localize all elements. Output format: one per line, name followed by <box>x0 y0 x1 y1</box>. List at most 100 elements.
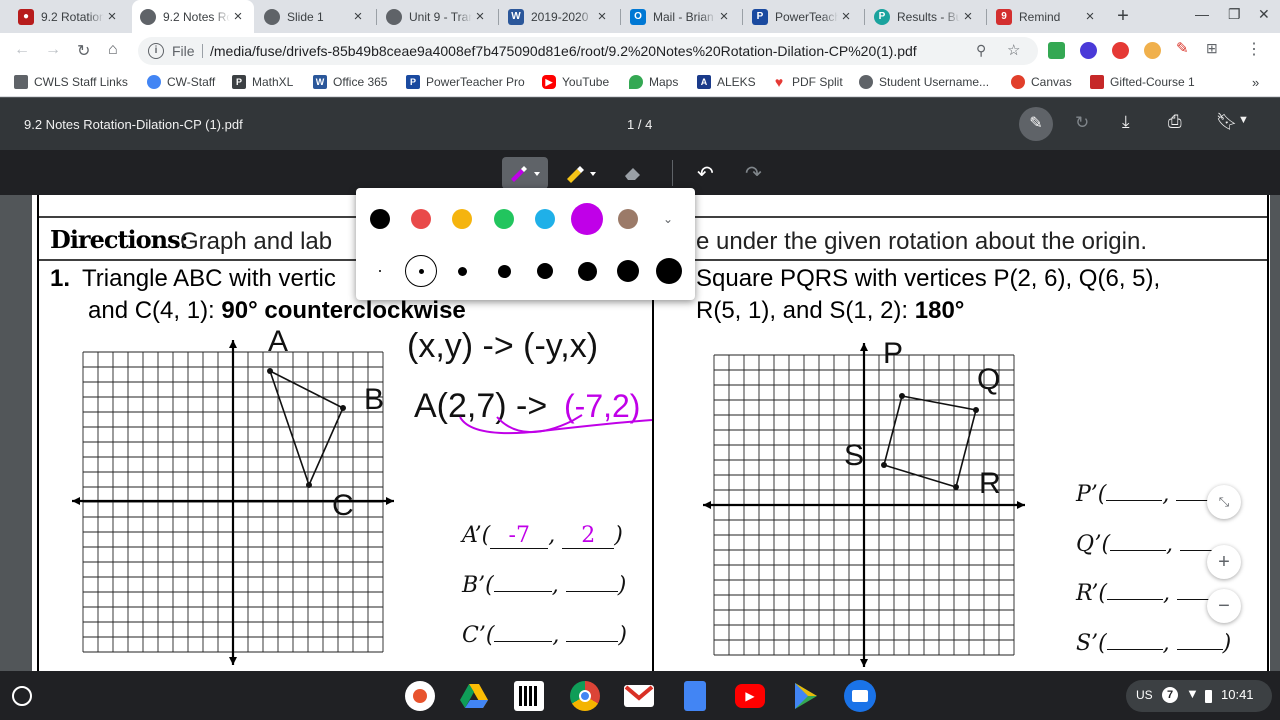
rotate-icon[interactable]: ↻ <box>1075 113 1089 133</box>
tab-slide-1[interactable]: Slide 1 × <box>256 0 374 33</box>
color-swatch[interactable] <box>370 209 390 229</box>
reload-icon[interactable]: ↻ <box>77 41 90 61</box>
bookmarks-overflow-icon[interactable]: » <box>1252 75 1259 90</box>
close-icon[interactable]: × <box>838 8 854 25</box>
app-play-store-icon[interactable] <box>790 681 820 711</box>
size-option[interactable] <box>457 266 467 276</box>
download-icon[interactable]: ⤓ <box>1122 112 1130 132</box>
bookmark-pdf-split[interactable]: ♥ PDF Split <box>772 74 843 90</box>
zoom-out-button[interactable]: − <box>1207 589 1241 623</box>
bookmark-maps[interactable]: Maps <box>629 75 678 89</box>
bookmark-cw-staff[interactable]: CW-Staff <box>147 75 215 89</box>
size-option[interactable] <box>577 261 597 281</box>
app-chrome-icon[interactable] <box>570 681 600 711</box>
color-swatch[interactable] <box>494 209 514 229</box>
close-icon[interactable]: × <box>1082 8 1098 25</box>
close-icon[interactable]: × <box>350 8 366 25</box>
app-youtube-icon[interactable]: ▶ <box>735 684 765 708</box>
app-google-drive-icon[interactable] <box>459 681 489 711</box>
app-gmail-icon[interactable] <box>624 685 654 707</box>
launcher-icon[interactable] <box>12 686 32 706</box>
answer-q-prime-x[interactable] <box>1110 550 1167 551</box>
close-icon[interactable]: × <box>594 8 610 25</box>
close-icon[interactable]: × <box>716 8 732 25</box>
extension-pen-icon[interactable]: ✎ <box>1176 39 1193 57</box>
bookmark-gifted-course-1[interactable]: Gifted-Course 1 <box>1090 75 1195 89</box>
tab-9-2-rotations[interactable]: ● 9.2 Rotations × <box>10 0 128 33</box>
tab-mail[interactable]: O Mail - Brian × <box>622 0 740 33</box>
tab-results[interactable]: P Results - Buzz × <box>866 0 984 33</box>
answer-r-prime-x[interactable] <box>1106 599 1163 600</box>
new-tab-button[interactable]: + <box>1111 4 1135 28</box>
undo-icon[interactable]: ↶ <box>697 161 714 186</box>
answer-a-prime-y[interactable]: 2 <box>562 523 615 549</box>
minimize-icon[interactable]: — <box>1195 6 1209 22</box>
address-bar[interactable]: i File /media/fuse/drivefs-85b49b8ceae9a… <box>138 37 1038 65</box>
answer-s-prime-y[interactable] <box>1176 649 1223 650</box>
bookmark-powerteacher-pro[interactable]: P PowerTeacher Pro <box>406 75 525 89</box>
pen-tool-button[interactable] <box>502 157 548 189</box>
bookmark-aleks[interactable]: A ALEKS <box>697 75 756 89</box>
save-bookmark-icon[interactable]: 🔖︎ <box>1216 112 1238 132</box>
bookmark-mathxl[interactable]: P MathXL <box>232 75 293 89</box>
color-swatch[interactable] <box>452 209 472 229</box>
tab-9-2-notes[interactable]: 9.2 Notes Rotation × <box>132 0 254 33</box>
tab-unit-9[interactable]: Unit 9 - Transformations × <box>378 0 496 33</box>
extension-screencastify-icon[interactable] <box>1048 42 1065 59</box>
highlighter-tool-button[interactable] <box>560 157 606 189</box>
extensions-grid-icon[interactable]: ⊞ <box>1206 40 1223 57</box>
size-option[interactable] <box>418 268 424 274</box>
bookmark-office-365[interactable]: W Office 365 <box>313 75 387 89</box>
fit-page-button[interactable]: ⤡ <box>1207 485 1241 519</box>
restore-icon[interactable]: ❐ <box>1228 6 1241 23</box>
print-icon[interactable]: ⎙ <box>1168 112 1182 132</box>
answer-c-prime-y[interactable] <box>566 641 619 642</box>
home-icon[interactable]: ⌂ <box>108 41 118 59</box>
chevron-down-icon[interactable]: ▼ <box>1238 114 1249 126</box>
close-icon[interactable]: × <box>472 8 488 25</box>
answer-p-prime-x[interactable] <box>1106 500 1163 501</box>
status-tray[interactable]: US 7 ▼ 10:41 <box>1126 680 1272 712</box>
tab-powerteacher[interactable]: P PowerTeacher × <box>744 0 862 33</box>
extension-cookie-icon[interactable] <box>1144 42 1161 59</box>
color-swatch[interactable] <box>618 209 638 229</box>
app-screencastify-icon[interactable] <box>405 681 435 711</box>
close-icon[interactable]: × <box>104 8 120 25</box>
close-icon[interactable]: × <box>230 8 246 25</box>
size-option[interactable] <box>537 263 553 279</box>
bookmark-youtube[interactable]: ▶ YouTube <box>542 75 609 89</box>
answer-s-prime-x[interactable] <box>1106 649 1163 650</box>
size-option[interactable] <box>379 270 381 272</box>
size-option[interactable] <box>617 260 639 282</box>
bookmark-canvas[interactable]: Canvas <box>1011 75 1072 89</box>
color-swatch[interactable] <box>535 209 555 229</box>
bookmark-student-username[interactable]: Student Username... <box>859 75 989 89</box>
bookmark-cwls-staff-links[interactable]: CWLS Staff Links <box>14 75 128 89</box>
menu-kebab-icon[interactable]: ⋮ <box>1246 39 1263 58</box>
tab-remind[interactable]: 9 Remind × <box>988 0 1106 33</box>
size-option[interactable] <box>656 258 682 284</box>
extension-red-icon[interactable] <box>1112 42 1129 59</box>
info-icon[interactable]: i <box>148 43 164 59</box>
app-google-docs-icon[interactable] <box>684 681 706 711</box>
answer-a-prime-x[interactable]: -7 <box>490 523 549 549</box>
forward-icon[interactable]: → <box>45 41 61 59</box>
tab-2019-2020[interactable]: W 2019-2020 × <box>500 0 618 33</box>
answer-c-prime-x[interactable] <box>494 641 553 642</box>
redo-icon[interactable]: ↷ <box>745 161 762 186</box>
zoom-icon[interactable]: ⚲ <box>976 42 986 59</box>
eraser-icon[interactable] <box>622 164 644 182</box>
size-option[interactable] <box>497 264 511 278</box>
answer-b-prime-y[interactable] <box>565 591 618 592</box>
zoom-in-button[interactable]: + <box>1207 545 1241 579</box>
url-text[interactable]: /media/fuse/drivefs-85b49b8ceae9a4008ef7… <box>210 43 917 59</box>
close-icon[interactable]: × <box>960 8 976 25</box>
app-qr-code-icon[interactable] <box>514 681 544 711</box>
app-files-icon[interactable] <box>844 680 876 712</box>
bookmark-star-icon[interactable]: ☆ <box>1007 41 1020 59</box>
color-swatch[interactable] <box>411 209 431 229</box>
color-swatch[interactable] <box>571 203 603 235</box>
back-icon[interactable]: ← <box>14 41 30 59</box>
close-window-icon[interactable]: ✕ <box>1258 6 1270 23</box>
extension-c-icon[interactable] <box>1080 42 1097 59</box>
